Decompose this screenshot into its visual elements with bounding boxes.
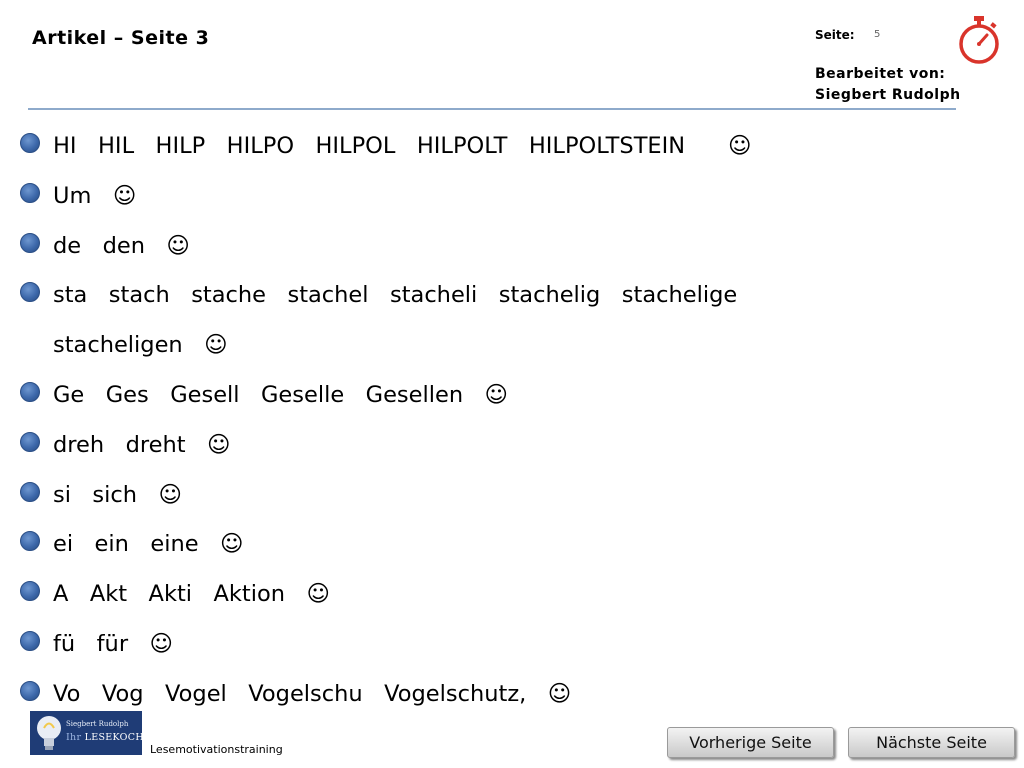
exercise-line: A Akt Akti Aktion ☺: [53, 581, 330, 608]
bullet-dot-icon: [20, 382, 40, 402]
exercise-line: HI HIL HILP HILPO HILPOL HILPOLT HILPOLT…: [53, 133, 752, 159]
lesekoch-logo: Siegbert Rudolph Ihr LESEKOCH: [30, 711, 142, 755]
editor-label: Bearbeitet von:: [815, 66, 946, 82]
bullet-dot-icon: [20, 232, 40, 253]
footer-caption: Lesemotivationstraining: [150, 743, 283, 756]
stopwatch-icon[interactable]: [955, 14, 1003, 66]
exercise-line: stacheligen ☺: [53, 332, 228, 359]
bullet-dot-icon: [20, 182, 40, 203]
logo-brand-prefix: Ihr: [66, 732, 82, 743]
lightbulb-icon: [37, 716, 61, 750]
bullet-dot-icon: [20, 282, 40, 303]
exercise-line: Vo Vog Vogel Vogelschu Vogelschutz, ☺: [53, 680, 572, 707]
header-title: Artikel – Seite 3: [32, 27, 210, 49]
exercise-line: ei ein eine ☺: [53, 531, 244, 558]
bullet-dot-icon: [20, 481, 40, 502]
bullet-dot-icon: [20, 531, 40, 552]
next-page-button[interactable]: Nächste Seite: [848, 727, 1015, 758]
bullet-dot-icon: [20, 631, 40, 651]
page-label: Seite:: [815, 28, 855, 42]
bullet-dot-icon: [20, 133, 40, 153]
exercise-line: de den ☺: [53, 232, 190, 259]
bullet-dot-icon: [20, 581, 40, 602]
previous-page-button[interactable]: Vorherige Seite: [667, 727, 834, 758]
exercise-line: dreh dreht ☺: [53, 431, 231, 458]
header-divider: [28, 108, 956, 110]
logo-brand: Ihr LESEKOCH: [66, 732, 142, 743]
exercise-line: fü für ☺: [53, 631, 173, 657]
page-number: 5: [874, 29, 881, 40]
exercise-line: Ge Ges Gesell Geselle Gesellen ☺: [53, 382, 508, 408]
exercise-line: sta stach stache stachel stacheli stache…: [53, 282, 738, 309]
bullet-dot-icon: [20, 431, 40, 452]
logo-brand-name: LESEKOCH: [84, 732, 142, 743]
editor-name: Siegbert Rudolph: [815, 87, 961, 103]
exercise-line: si sich ☺: [53, 481, 182, 508]
exercise-line: Um ☺: [53, 182, 137, 209]
bullet-dot-icon: [20, 680, 40, 701]
logo-author: Siegbert Rudolph: [66, 720, 129, 728]
